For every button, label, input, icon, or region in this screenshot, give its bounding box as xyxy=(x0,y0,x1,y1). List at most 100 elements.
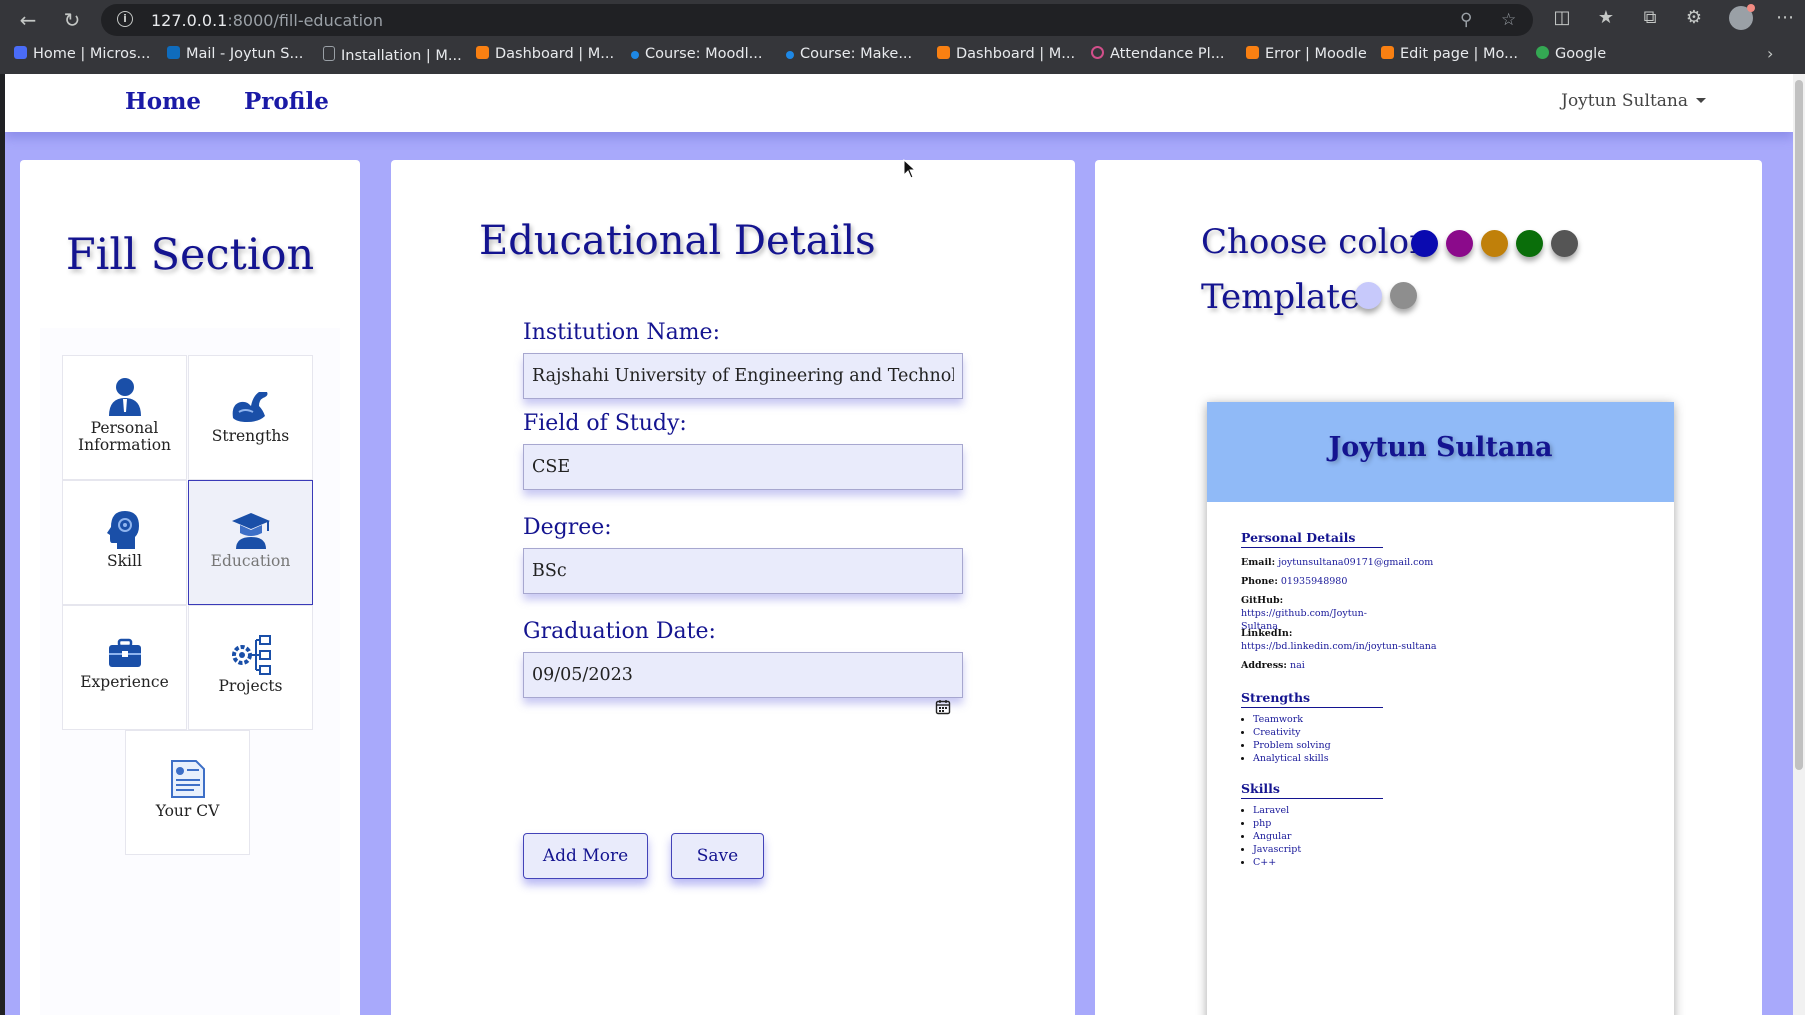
cv-github-label: GitHub: xyxy=(1241,595,1284,606)
bookmark-item[interactable]: Installation | M... xyxy=(323,46,462,64)
cv-address: Address: nai xyxy=(1241,659,1305,672)
back-arrow-icon[interactable]: ← xyxy=(14,6,42,34)
page-favicon-icon xyxy=(323,46,335,61)
tile-personal-information[interactable]: Personal Information xyxy=(62,355,187,480)
tile-label: Personal Information xyxy=(77,419,172,454)
collections-icon[interactable]: ⧉ xyxy=(1638,7,1662,28)
page-scrollbar[interactable] xyxy=(1793,74,1805,1015)
cv-preview: Joytun Sultana Personal Details Email: j… xyxy=(1207,402,1674,1015)
cv-header: Joytun Sultana xyxy=(1207,402,1674,502)
site-info-icon[interactable]: i xyxy=(117,11,133,27)
reload-icon[interactable]: ↻ xyxy=(58,6,86,34)
course-favicon-icon xyxy=(786,51,794,59)
bookmark-item[interactable]: Home | Micros... xyxy=(14,46,150,62)
cv-email-value: joytunsultana09171@gmail.com xyxy=(1278,557,1434,568)
bookmark-item[interactable]: Course: Moodl... xyxy=(631,46,762,62)
color-swatch-green[interactable] xyxy=(1516,230,1543,257)
person-icon xyxy=(108,378,141,416)
bookmark-item[interactable]: Dashboard | M... xyxy=(476,46,614,62)
briefcase-icon xyxy=(108,638,141,667)
chevron-down-icon xyxy=(1696,98,1706,103)
tile-label: Experience xyxy=(80,673,169,691)
moodle-favicon-icon xyxy=(937,46,950,59)
more-menu-icon[interactable]: ⋯ xyxy=(1773,7,1797,28)
bookmark-label: Attendance Pl... xyxy=(1110,46,1225,62)
tile-projects[interactable]: Projects xyxy=(188,605,313,730)
cv-phone-label: Phone: xyxy=(1241,576,1278,587)
degree-input[interactable] xyxy=(523,548,963,594)
moodle-favicon-icon xyxy=(1246,46,1259,59)
calendar-icon[interactable] xyxy=(935,699,951,715)
add-more-button[interactable]: Add More xyxy=(523,833,648,879)
nav-profile-link[interactable]: Profile xyxy=(244,88,329,115)
cv-address-value: nai xyxy=(1289,660,1305,671)
section-grid: Personal Information Strengths Skill Edu… xyxy=(40,328,340,1015)
cv-phone-value: 01935948980 xyxy=(1280,576,1348,587)
zoom-icon[interactable]: ⚲ xyxy=(1460,10,1472,30)
tile-your-cv[interactable]: Your CV xyxy=(125,730,250,855)
document-icon xyxy=(170,760,205,798)
bookmark-label: Error | Moodle xyxy=(1265,46,1367,62)
list-item: php xyxy=(1253,817,1301,830)
color-swatch-orange[interactable] xyxy=(1481,230,1508,257)
institution-input[interactable] xyxy=(523,353,963,399)
cv-strengths-heading: Strengths xyxy=(1241,690,1383,708)
list-item: Angular xyxy=(1253,830,1301,843)
color-swatch-blue[interactable] xyxy=(1411,230,1438,257)
bookmark-item[interactable]: Course: Make... xyxy=(786,46,912,62)
tile-strengths[interactable]: Strengths xyxy=(188,355,313,480)
address-bar[interactable]: i 127.0.0.1:8000/fill-education ⚲ ☆ xyxy=(101,4,1533,36)
cv-email: Email: joytunsultana09171@gmail.com xyxy=(1241,556,1433,569)
choose-color-label: Choose color xyxy=(1201,222,1426,262)
top-navbar: Home Profile Joytun Sultana xyxy=(5,74,1793,132)
color-swatch-purple[interactable] xyxy=(1446,230,1473,257)
bookmark-item[interactable]: Attendance Pl... xyxy=(1091,46,1225,62)
user-dropdown[interactable]: Joytun Sultana xyxy=(1561,91,1706,111)
bookmark-item[interactable]: Error | Moodle xyxy=(1246,46,1367,62)
cv-linkedin: LinkedIn: https://bd.linkedin.com/in/joyt… xyxy=(1241,627,1437,653)
bookmark-star-icon[interactable]: ☆ xyxy=(1501,10,1516,30)
url-text[interactable]: 127.0.0.1:8000/fill-education xyxy=(151,11,383,30)
template-swatch-gray[interactable] xyxy=(1390,282,1417,309)
bookmark-label: Dashboard | M... xyxy=(495,46,615,62)
favorites-icon[interactable]: ★ xyxy=(1594,7,1618,28)
list-item: Laravel xyxy=(1253,804,1301,817)
field-of-study-input[interactable] xyxy=(523,444,963,490)
cv-skills-heading: Skills xyxy=(1241,781,1383,799)
institution-label: Institution Name: xyxy=(523,320,720,345)
list-item: Javascript xyxy=(1253,843,1301,856)
color-swatch-gray[interactable] xyxy=(1551,230,1578,257)
tile-education[interactable]: Education xyxy=(188,480,313,605)
extensions-icon[interactable]: ⚙ xyxy=(1682,7,1706,28)
degree-label: Degree: xyxy=(523,515,612,540)
bookmark-item[interactable]: Edit page | Mo... xyxy=(1381,46,1518,62)
bookmarks-bar: Home | Micros... Mail - Joytun S... Inst… xyxy=(0,42,1805,70)
bookmark-label: Dashboard | M... xyxy=(956,46,1076,62)
bookmark-label: Home | Micros... xyxy=(33,46,151,62)
scrollbar-thumb[interactable] xyxy=(1795,80,1803,770)
field-of-study-label: Field of Study: xyxy=(523,411,687,436)
split-view-icon[interactable]: ◫ xyxy=(1550,7,1574,28)
tile-label: Skill xyxy=(107,552,142,570)
graduation-date-input[interactable] xyxy=(523,652,963,698)
bookmark-item[interactable]: Dashboard | M... xyxy=(937,46,1075,62)
education-form-panel: Educational Details Institution Name: Fi… xyxy=(391,160,1075,1015)
template-swatch-light[interactable] xyxy=(1355,282,1382,309)
bookmarks-overflow-chevron-icon[interactable]: › xyxy=(1767,44,1773,63)
tile-skill[interactable]: Skill xyxy=(62,480,187,605)
save-button[interactable]: Save xyxy=(671,833,764,879)
moodle-favicon-icon xyxy=(476,46,489,59)
page-viewport: Home Profile Joytun Sultana Fill Section… xyxy=(5,74,1793,1015)
bookmark-favicon-icon xyxy=(167,46,180,59)
nav-home-link[interactable]: Home xyxy=(125,88,201,115)
gear-network-icon xyxy=(231,635,271,675)
list-item: Creativity xyxy=(1253,726,1331,739)
cv-strengths-list: Teamwork Creativity Problem solving Anal… xyxy=(1241,713,1331,765)
mouse-cursor-icon xyxy=(903,159,917,179)
graduation-date-label: Graduation Date: xyxy=(523,619,716,644)
bookmark-item[interactable]: Mail - Joytun S... xyxy=(167,46,303,62)
profile-avatar-icon[interactable] xyxy=(1729,4,1755,30)
tile-experience[interactable]: Experience xyxy=(62,605,187,730)
browser-chrome: ← ↻ i 127.0.0.1:8000/fill-education ⚲ ☆ … xyxy=(0,0,1805,74)
bookmark-item[interactable]: Google xyxy=(1536,46,1606,62)
